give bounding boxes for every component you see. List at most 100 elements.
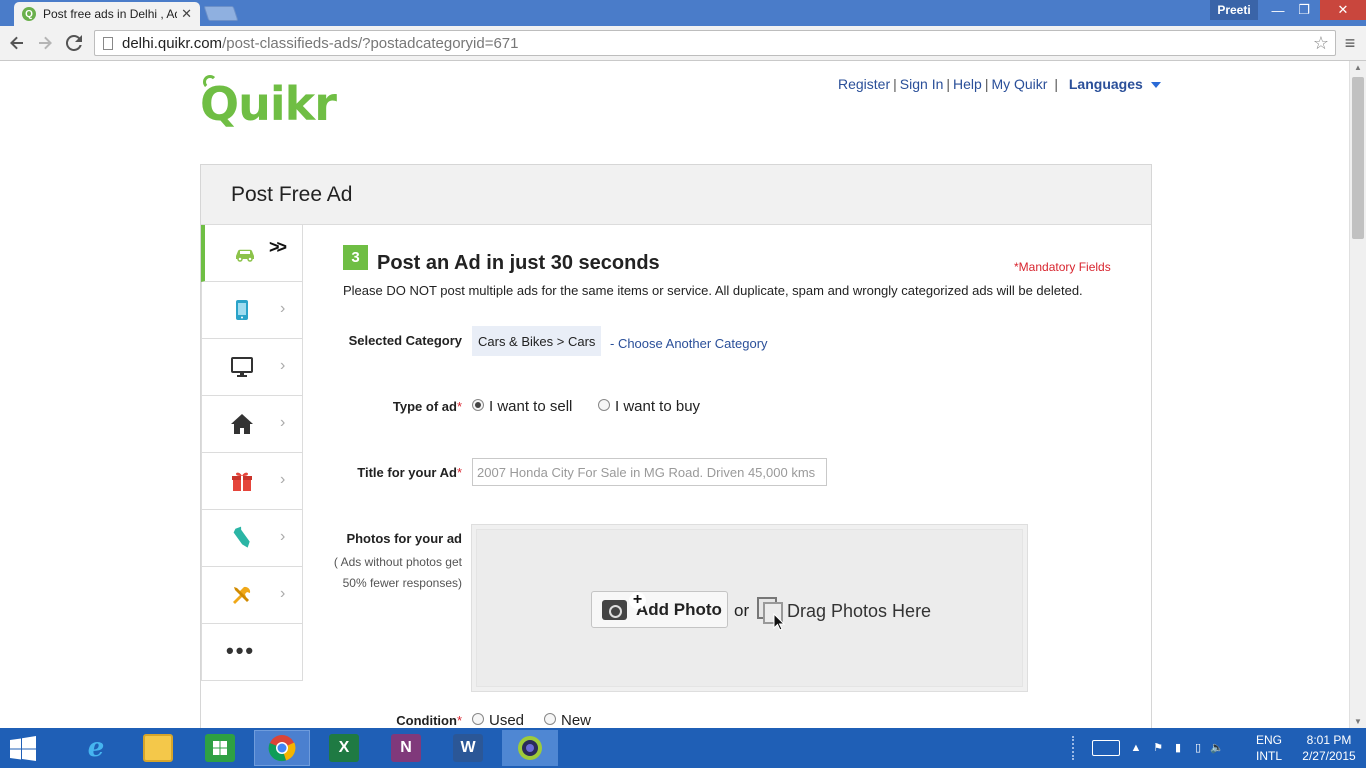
panel-title: Post Free Ad	[201, 165, 1151, 225]
category-home-lifestyle[interactable]: ›	[201, 453, 303, 510]
drag-photos-text: Drag Photos Here	[787, 601, 932, 621]
selected-category-label: Selected Category	[348, 333, 462, 348]
minimize-button[interactable]: —	[1266, 0, 1290, 20]
tie-icon	[233, 526, 250, 548]
taskbar-camera[interactable]	[502, 730, 558, 766]
reload-icon[interactable]	[62, 31, 86, 55]
taskbar-onenote[interactable]: N	[378, 730, 434, 766]
languages-dropdown[interactable]: Languages	[1069, 76, 1143, 92]
double-chevron-icon: >>	[269, 237, 287, 257]
or-text: or	[734, 601, 750, 620]
system-tray: ▲ ⚑ ▮ ▯ 🔈	[1072, 728, 1224, 768]
windows-start-icon[interactable]	[8, 736, 38, 761]
chevron-down-icon[interactable]	[1150, 82, 1161, 89]
used-radio-label[interactable]: Used	[489, 712, 524, 728]
register-link[interactable]: Register	[838, 76, 890, 92]
ad-title-input[interactable]	[472, 458, 827, 486]
taskbar-clock[interactable]: 8:01 PM 2/27/2015	[1296, 732, 1362, 764]
network-signal-icon[interactable]: ▮	[1172, 742, 1184, 754]
taskbar-file-explorer[interactable]	[130, 730, 186, 766]
taskbar-internet-explorer[interactable]: e	[68, 730, 124, 766]
onenote-icon: N	[391, 734, 421, 762]
category-mobiles[interactable]: ›	[201, 282, 303, 339]
close-tab-icon[interactable]: ✕	[181, 6, 192, 22]
battery-icon[interactable]: ▯	[1192, 742, 1204, 754]
chevron-right-icon: ›	[280, 300, 286, 317]
photo-drop-zone-inner	[476, 529, 1023, 687]
used-radio[interactable]	[472, 713, 484, 725]
my-quikr-link[interactable]: My Quikr	[991, 76, 1047, 92]
monitor-icon	[231, 357, 253, 377]
photo-drop-zone[interactable]	[471, 524, 1028, 692]
touch-keyboard-icon[interactable]	[1092, 740, 1120, 756]
scrollbar-thumb[interactable]	[1352, 77, 1364, 239]
scroll-up-icon[interactable]: ▲	[1350, 63, 1366, 72]
add-photo-button[interactable]: + Add Photo	[591, 591, 728, 628]
browser-titlebar: Q Post free ads in Delhi , Adv ✕ Preeti …	[0, 0, 1366, 26]
back-arrow-icon[interactable]	[5, 31, 29, 55]
plus-icon: +	[629, 592, 646, 609]
internet-explorer-icon: e	[87, 733, 105, 763]
browser-tab[interactable]: Q Post free ads in Delhi , Adv ✕	[14, 2, 200, 26]
chevron-right-icon: ›	[280, 528, 286, 545]
category-electronics[interactable]: ›	[201, 339, 303, 396]
buy-radio-label[interactable]: I want to buy	[615, 398, 700, 415]
quikr-logo[interactable]: Quikr	[200, 77, 337, 131]
sell-radio-label[interactable]: I want to sell	[489, 398, 572, 415]
photos-note: ( Ads without photos get 50% fewer respo…	[322, 552, 462, 594]
category-cars[interactable]: >>	[201, 225, 303, 282]
quikr-favicon-icon: Q	[22, 7, 36, 21]
page-scrollbar[interactable]: ▲ ▼	[1349, 61, 1366, 728]
category-sidebar: >> › › › › › › •••	[201, 225, 303, 681]
volume-icon[interactable]: 🔈	[1210, 742, 1224, 754]
help-link[interactable]: Help	[953, 76, 982, 92]
title-label: Title for your Ad*	[357, 465, 462, 480]
category-more[interactable]: •••	[201, 624, 303, 681]
type-of-ad-label: Type of ad*	[392, 399, 462, 414]
word-icon: W	[453, 734, 483, 762]
car-icon	[236, 249, 254, 262]
buy-radio[interactable]	[598, 399, 610, 411]
chevron-right-icon: ›	[280, 585, 286, 602]
bookmark-star-icon[interactable]: ☆	[1313, 33, 1329, 54]
new-radio[interactable]	[544, 713, 556, 725]
tray-grip	[1072, 736, 1078, 760]
category-jobs[interactable]: ›	[201, 510, 303, 567]
scroll-down-icon[interactable]: ▼	[1350, 717, 1366, 726]
page-viewport: Quikr Register | Sign In | Help | My Quikr | L…	[0, 61, 1349, 728]
condition-label: Condition*	[396, 713, 462, 728]
category-services[interactable]: ›	[201, 567, 303, 624]
taskbar-store[interactable]	[192, 730, 248, 766]
store-icon	[205, 734, 235, 762]
selected-category-value: Cars & Bikes > Cars	[472, 326, 602, 356]
choose-another-category-link[interactable]: - Choose Another Category	[610, 336, 768, 351]
taskbar-word[interactable]: W	[440, 730, 496, 766]
maximize-button[interactable]: ❐	[1292, 0, 1316, 20]
chevron-right-icon: ›	[280, 471, 286, 488]
new-tab-button[interactable]	[203, 6, 239, 21]
photos-label: Photos for your ad	[346, 531, 462, 546]
photos-note-line1: ( Ads without photos get	[333, 555, 462, 569]
new-radio-label[interactable]: New	[561, 712, 591, 728]
chevron-right-icon: ›	[280, 357, 286, 374]
close-window-button[interactable]: ✕	[1320, 0, 1366, 20]
taskbar-chrome[interactable]	[254, 730, 310, 766]
forward-arrow-icon[interactable]	[33, 31, 57, 55]
action-center-flag-icon[interactable]: ⚑	[1152, 742, 1164, 754]
tab-title: Post free ads in Delhi , Adv	[43, 7, 178, 21]
sell-radio[interactable]	[472, 399, 484, 411]
clock-date: 2/27/2015	[1302, 749, 1356, 763]
more-icon: •••	[226, 638, 256, 663]
category-real-estate[interactable]: ›	[201, 396, 303, 453]
profile-button[interactable]: Preeti	[1210, 0, 1258, 20]
sign-in-link[interactable]: Sign In	[900, 76, 944, 92]
chrome-menu-icon[interactable]: ≡	[1340, 31, 1360, 55]
mandatory-note: *Mandatory Fields	[1014, 260, 1111, 274]
input-language-indicator[interactable]: ENG INTL	[1256, 732, 1282, 764]
mobile-icon	[236, 300, 248, 320]
form-heading: Post an Ad in just 30 seconds	[377, 252, 660, 274]
show-hidden-icons-icon[interactable]: ▲	[1130, 742, 1142, 754]
chevron-right-icon: ›	[280, 414, 286, 431]
address-bar[interactable]: delhi.quikr.com/post-classifieds-ads/?po…	[94, 30, 1336, 56]
taskbar-excel[interactable]: X	[316, 730, 372, 766]
